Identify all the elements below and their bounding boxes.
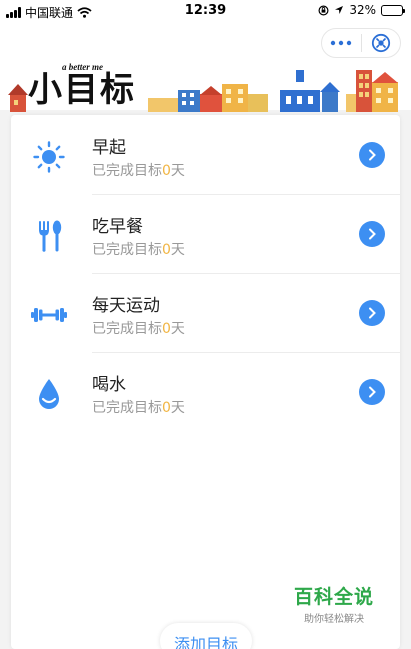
close-button[interactable] [362,29,401,57]
goal-item-exercise[interactable]: 每天运动 已完成目标0天 [11,273,400,352]
goal-progress: 已完成目标0天 [92,163,185,179]
goal-progress: 已完成目标0天 [92,400,185,416]
sun-icon [31,139,67,175]
battery-percent: 32% [349,3,376,17]
chevron-right-icon [369,228,376,240]
close-circle-icon [371,33,390,53]
water-drop-icon [31,376,67,412]
watermark-subtitle: 助你轻松解决 [304,614,364,625]
goal-open-button[interactable] [359,379,385,405]
goal-title: 喝水 [92,375,126,395]
goal-open-button[interactable] [359,142,385,168]
dumbbell-icon [31,297,67,333]
watermark-title: 百科全说 [294,586,375,608]
battery-icon [381,4,405,16]
status-right: 32% [318,3,405,17]
header: a better me 小目标 [0,22,411,112]
location-icon [335,6,344,14]
goal-open-button[interactable] [359,300,385,326]
chevron-right-icon [369,386,376,398]
goal-title: 每天运动 [92,296,160,316]
status-bar: 中国联通 12:39 32% [0,0,411,22]
app-logo-title: 小目标 [28,70,136,110]
goal-open-button[interactable] [359,221,385,247]
watermark: 百科全说 助你轻松解决 [294,582,374,625]
header-banner: a better me 小目标 [8,62,400,114]
add-goal-button[interactable]: 添加目标 [160,623,252,649]
goal-count: 0 [162,400,171,416]
goal-progress: 已完成目标0天 [92,242,185,258]
miniprogram-capsule [321,28,401,58]
goal-title: 吃早餐 [92,217,143,237]
goal-title: 早起 [92,138,126,158]
chevron-right-icon [369,149,376,161]
chevron-right-icon [369,307,376,319]
lock-rotation-icon [318,4,329,16]
goal-item-early-rise[interactable]: 早起 已完成目标0天 [11,115,400,194]
goal-count: 0 [162,242,171,258]
goal-count: 0 [162,321,171,337]
goal-progress: 已完成目标0天 [92,321,185,337]
fork-spoon-icon [31,218,67,254]
more-dots-icon [331,40,352,46]
goal-list-card: 早起 已完成目标0天 吃早餐 已完成目标0天 每天运动 已完成目标0天 喝水 已… [11,115,400,649]
goal-count: 0 [162,163,171,179]
more-button[interactable] [322,29,361,57]
goal-item-breakfast[interactable]: 吃早餐 已完成目标0天 [11,194,400,273]
goal-item-drink-water[interactable]: 喝水 已完成目标0天 [11,352,400,431]
